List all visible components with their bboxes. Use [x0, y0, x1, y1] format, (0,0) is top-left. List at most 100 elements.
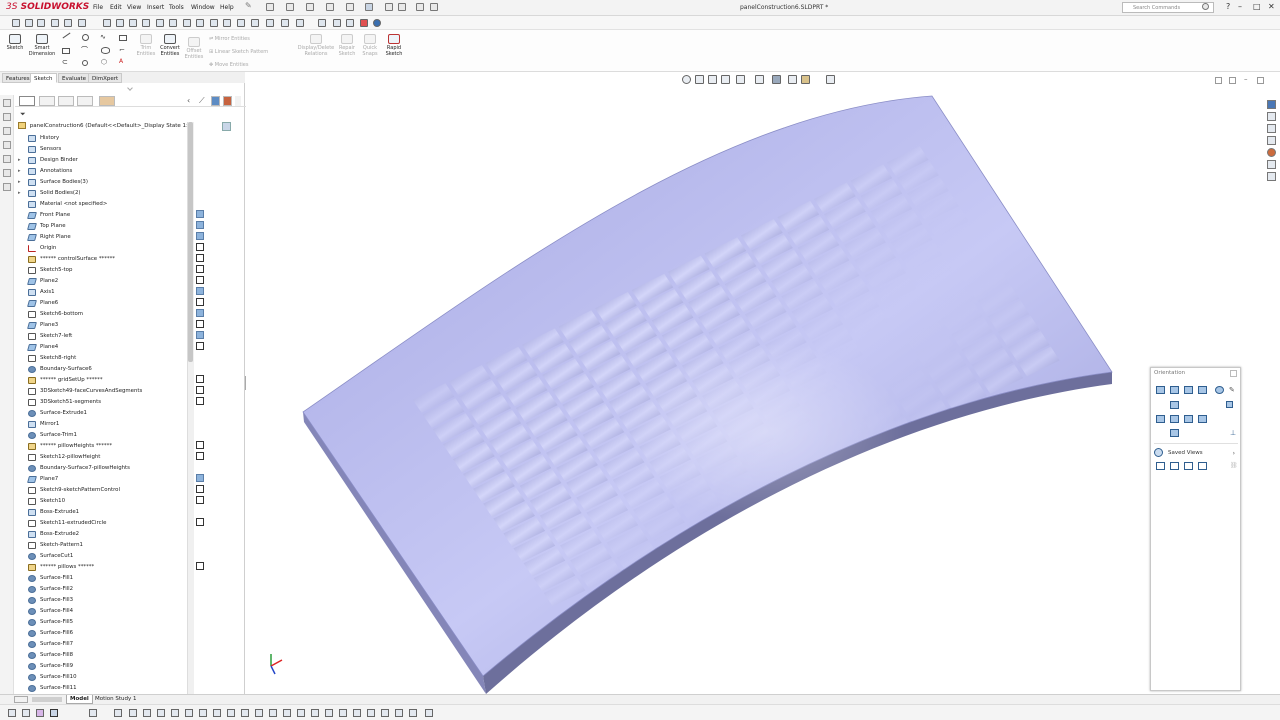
zoom-to-fit-icon[interactable]	[682, 75, 691, 84]
tree-item[interactable]: Surface-Fill5	[18, 617, 188, 628]
display-plane-icon[interactable]	[196, 221, 204, 229]
record-icon[interactable]	[64, 19, 72, 27]
tool-19-icon[interactable]	[360, 19, 368, 27]
tree-item[interactable]: Right Plane	[18, 232, 188, 243]
polygon-tool-icon[interactable]: ⬡	[101, 58, 107, 66]
bottom-tool-10-icon[interactable]	[171, 709, 179, 717]
bottom-tool-6-icon[interactable]	[114, 709, 122, 717]
tool-10-icon[interactable]	[223, 19, 231, 27]
right-view-icon[interactable]	[1184, 415, 1193, 423]
expand-arrow-icon[interactable]: ▸	[18, 177, 24, 188]
display-sketch-icon[interactable]	[196, 485, 204, 493]
sketch-button[interactable]: Sketch	[4, 34, 26, 51]
tab-model[interactable]: Model	[66, 695, 93, 704]
text-tool-icon[interactable]: A	[119, 58, 123, 65]
bottom-tool-28-icon[interactable]	[425, 709, 433, 717]
menu-window[interactable]: Window	[191, 4, 215, 11]
orientation-pin-icon[interactable]	[1230, 370, 1237, 377]
feature-tree-root[interactable]: panelConstruction6 (Default<<Default>_Di…	[18, 122, 193, 129]
tree-item[interactable]: Surface-Fill1	[18, 573, 188, 584]
tree-item[interactable]: Boss-Extrude1	[18, 507, 188, 518]
solidworks-logo[interactable]: 3S SOLIDWORKS	[6, 2, 89, 12]
custom-properties-icon[interactable]	[1267, 160, 1276, 169]
bottom-tool-11-icon[interactable]	[185, 709, 193, 717]
tree-item[interactable]: Surface-Trim1	[18, 430, 188, 441]
display-axis-icon[interactable]	[196, 276, 204, 284]
tree-item[interactable]: 3DSketch49-faceCurvesAndSegments	[18, 386, 188, 397]
tree-item[interactable]: Surface-Fill4	[18, 606, 188, 617]
two-view-horizontal-icon[interactable]	[1170, 462, 1179, 470]
section-view-icon[interactable]	[721, 75, 730, 84]
display-plane-icon[interactable]	[196, 474, 204, 482]
tree-item[interactable]: 3DSketch51-segments	[18, 397, 188, 408]
tree-item[interactable]: Plane2	[18, 276, 188, 287]
tool-6-icon[interactable]	[169, 19, 177, 27]
tool-13-icon[interactable]	[266, 19, 274, 27]
tree-item[interactable]: Boundary-Surface6	[18, 364, 188, 375]
tree-item[interactable]: Material <not specified>	[18, 199, 188, 210]
viewport-maximize-icon[interactable]	[1257, 77, 1264, 84]
menu-edit[interactable]: Edit	[110, 4, 122, 11]
update-view-icon[interactable]	[1198, 386, 1207, 394]
ellipse-tool-icon[interactable]	[101, 47, 110, 54]
display-delete-relations-button[interactable]: Display/Delete Relations	[294, 34, 338, 57]
spline-tool-icon[interactable]: ∿	[100, 33, 106, 41]
tool-11-icon[interactable]	[237, 19, 245, 27]
search-commands-input[interactable]: Search Commands	[1122, 2, 1214, 13]
tool-17-icon[interactable]	[333, 19, 341, 27]
tree-item[interactable]: Front Plane	[18, 210, 188, 221]
side-icon-1[interactable]	[3, 99, 11, 107]
point-tool-icon[interactable]	[82, 60, 88, 66]
customize-icon[interactable]	[430, 3, 438, 11]
tree-item[interactable]: Surface-Fill7	[18, 639, 188, 650]
view-cube-icon[interactable]	[1215, 386, 1224, 394]
apply-scene-icon[interactable]	[801, 75, 810, 84]
display-3dsketch-icon[interactable]	[196, 375, 204, 383]
tab-sketch[interactable]: Sketch	[30, 73, 57, 83]
convert-entities-button[interactable]: Convert Entities	[158, 34, 182, 57]
tree-item[interactable]: Plane7	[18, 474, 188, 485]
configurationmanager-tab-icon[interactable]	[58, 96, 74, 106]
tree-item[interactable]: Axis1	[18, 287, 188, 298]
tree-item[interactable]: ****** controlSurface ******	[18, 254, 188, 265]
bottom-tool-12-icon[interactable]	[199, 709, 207, 717]
tree-item[interactable]: Sketch12-pillowHeight	[18, 452, 188, 463]
bottom-tool-5-icon[interactable]	[89, 709, 97, 717]
display-sketch-icon[interactable]	[196, 441, 204, 449]
tool-20-icon[interactable]	[373, 19, 381, 27]
menu-insert[interactable]: Insert	[147, 4, 164, 11]
bottom-tool-26-icon[interactable]	[395, 709, 403, 717]
hide-show-items-icon[interactable]	[772, 75, 781, 84]
tool-12-icon[interactable]	[251, 19, 259, 27]
tree-item[interactable]: Sketch10	[18, 496, 188, 507]
isometric-cube-icon[interactable]	[1226, 401, 1233, 408]
slot-tool-icon[interactable]: ⊂	[62, 58, 68, 66]
forum-icon[interactable]	[1267, 172, 1276, 181]
options-gear-icon[interactable]	[398, 3, 406, 11]
edit-macro-icon[interactable]	[78, 19, 86, 27]
propertymanager-tab-icon[interactable]	[39, 96, 55, 106]
rebuild-icon[interactable]	[385, 3, 393, 11]
front-view-icon[interactable]	[1170, 401, 1179, 409]
side-icon-7[interactable]	[3, 183, 11, 191]
side-icon-5[interactable]	[3, 155, 11, 163]
edit-appearance-icon[interactable]	[788, 75, 797, 84]
design-library-icon[interactable]	[1267, 112, 1276, 121]
tool-3-icon[interactable]	[129, 19, 137, 27]
circle-tool-icon[interactable]	[82, 34, 89, 41]
file-explorer-icon[interactable]	[1267, 124, 1276, 133]
tool-2-icon[interactable]	[116, 19, 124, 27]
featuremanager-tab-icon[interactable]	[19, 96, 35, 106]
display-pane-icon[interactable]	[211, 96, 220, 106]
select-icon[interactable]	[365, 3, 373, 11]
menu-tools[interactable]: Tools	[169, 4, 184, 11]
tree-item[interactable]: Surface-Fill11	[18, 683, 188, 694]
move-entities-button[interactable]: ✥ Move Entities	[209, 62, 249, 68]
bottom-tool-17-icon[interactable]	[269, 709, 277, 717]
rapid-sketch-button[interactable]: Rapid Sketch	[383, 34, 405, 57]
bottom-tool-23-icon[interactable]	[353, 709, 361, 717]
tree-item[interactable]: Mirror1	[18, 419, 188, 430]
tool-4-icon[interactable]	[142, 19, 150, 27]
tree-item[interactable]: SurfaceCut1	[18, 551, 188, 562]
side-icon-3[interactable]	[3, 127, 11, 135]
